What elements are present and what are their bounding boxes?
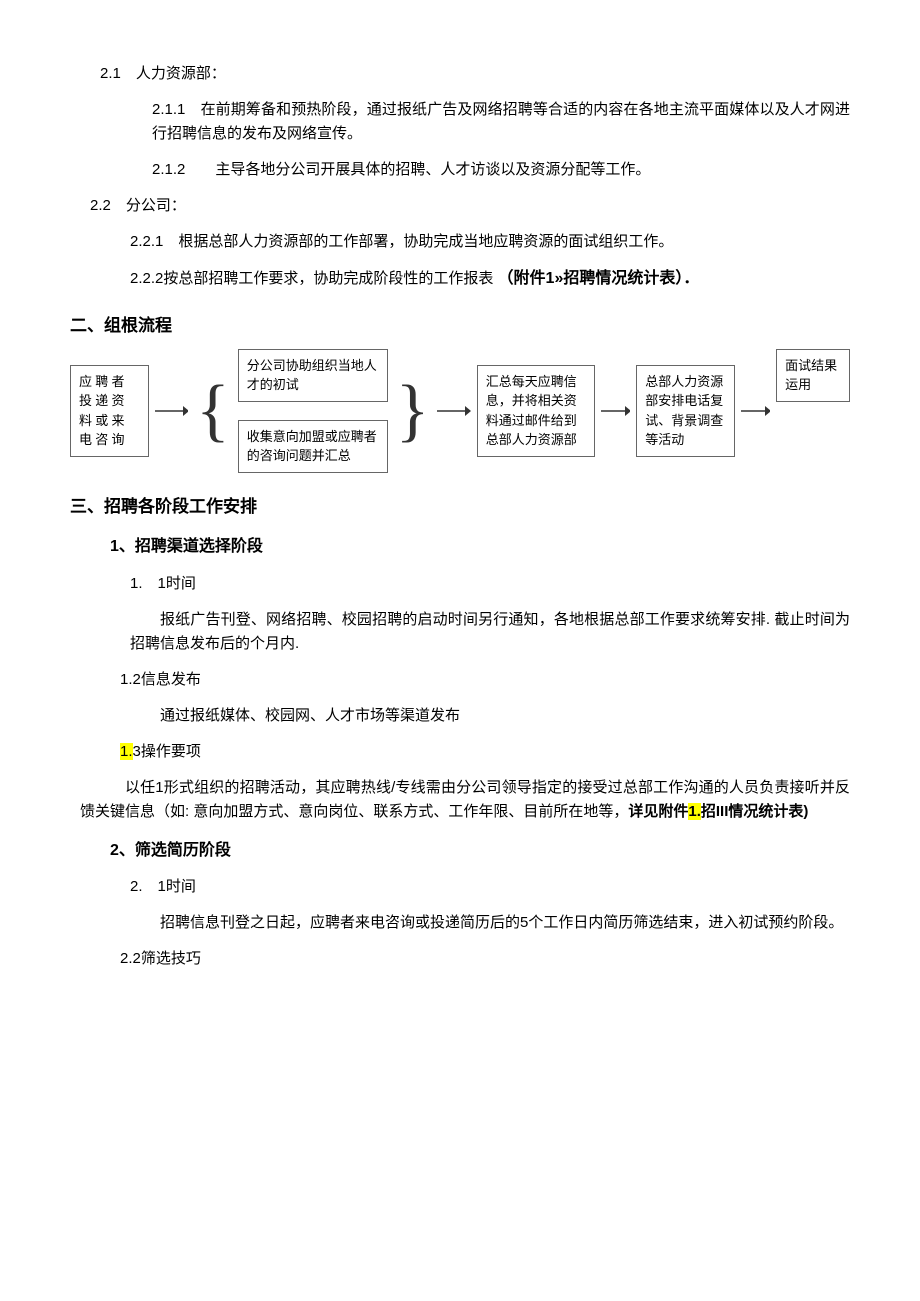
- flow-box-2a: 分公司协助组织当地人才的初试: [238, 349, 388, 402]
- flow-diagram: 应 聘 者投 递 资料 或 来电 咨 询 { 分公司协助组织当地人才的初试 收集…: [70, 349, 850, 473]
- arrow-icon: [741, 403, 770, 419]
- section-2-1-heading: 2.1 人力资源部：: [70, 62, 850, 86]
- num: 2.1: [100, 65, 121, 82]
- flow-box-2b: 收集意向加盟或应聘者的咨询问题并汇总: [238, 420, 388, 473]
- arrow-icon: [155, 403, 188, 419]
- para-2-2-2: 2.2.2按总部招聘工作要求，协助完成阶段性的工作报表 （附件1»招聘情况统计表…: [70, 266, 850, 292]
- heading-stages: 三、招聘各阶段工作安排: [70, 493, 850, 520]
- p-1-3-body: 以任1形式组织的招聘活动，其应聘热线/专线需由分公司领导指定的接受过总部工作沟通…: [70, 776, 850, 824]
- p-1-2: 1.2信息发布: [70, 668, 850, 692]
- para-2-1-2: 2.1.2 主导各地分公司开展具体的招聘、人才访谈以及资源分配等工作。: [70, 158, 850, 182]
- para-2-2-1: 2.2.1 根据总部人力资源部的工作部署，协助完成当地应聘资源的面试组织工作。: [70, 230, 850, 254]
- heading-stage-1: 1、招聘渠道选择阶段: [70, 534, 850, 560]
- section-2-2-heading: 2.2 分公司：: [70, 194, 850, 218]
- title: 分公司：: [126, 197, 186, 214]
- p-2-2: 2.2筛选技巧: [70, 947, 850, 971]
- bold-text: 详见附件: [628, 803, 688, 820]
- p-1-2-body: 通过报纸媒体、校园网、人才市场等渠道发布: [70, 704, 850, 728]
- num: 2.2: [90, 197, 111, 214]
- heading-flow: 二、组根流程: [70, 312, 850, 339]
- p-2-1-body: 招聘信息刊登之日起，应聘者来电咨询或投递简历后的5个工作日内简历筛选结束，进入初…: [70, 911, 850, 935]
- flow-box-5: 面试结果运用: [776, 349, 850, 402]
- flow-box-1: 应 聘 者投 递 资料 或 来电 咨 询: [70, 365, 149, 457]
- highlight: 1.: [688, 803, 701, 820]
- brace-close-icon: }: [394, 376, 432, 446]
- para-2-1-1: 2.1.1 在前期筹备和预热阶段，通过报纸广告及网络招聘等合适的内容在各地主流平…: [70, 98, 850, 146]
- p-1-1: 1. 1时间: [70, 572, 850, 596]
- arrow-icon: [437, 403, 470, 419]
- brace-open-icon: {: [194, 376, 232, 446]
- flow-box-3: 汇总每天应聘信息，并将相关资料通过邮件给到总部人力资源部: [477, 365, 595, 457]
- highlight: 1.: [120, 743, 133, 760]
- attachment-ref: （附件1»招聘情况统计表）．: [498, 270, 700, 287]
- p-1-3: 1.3操作要项: [70, 740, 850, 764]
- title: 人力资源部：: [136, 65, 226, 82]
- bold-text: 招III情况统计表): [701, 803, 809, 820]
- flow-branch: 分公司协助组织当地人才的初试 收集意向加盟或应聘者的咨询问题并汇总: [238, 349, 388, 473]
- heading-stage-2: 2、筛选简历阶段: [70, 838, 850, 864]
- text: 2.2.2按总部招聘工作要求，协助完成阶段性的工作报表: [130, 270, 493, 287]
- text: 3操作要项: [133, 743, 201, 760]
- p-2-1: 2. 1时间: [70, 875, 850, 899]
- arrow-icon: [601, 403, 630, 419]
- text: 应 聘 者投 递 资料 或 来电 咨 询: [79, 374, 125, 448]
- flow-box-4: 总部人力资源部安排电话复试、背景调查等活动: [636, 365, 734, 457]
- p-1-1-body: 报纸广告刊登、网络招聘、校园招聘的启动时间另行通知，各地根据总部工作要求统筹安排…: [70, 608, 850, 656]
